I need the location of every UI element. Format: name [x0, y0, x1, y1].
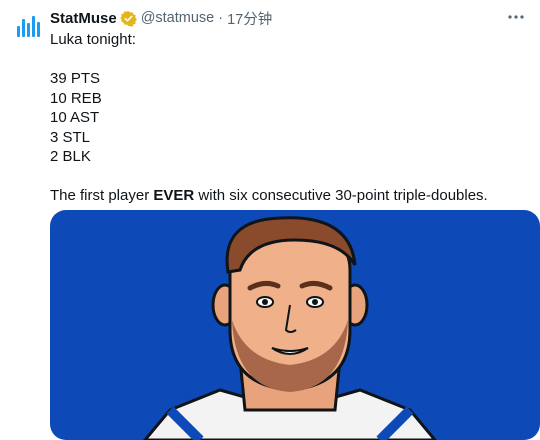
tweet-line: 2 BLK	[50, 148, 91, 165]
separator-dot: ·	[218, 10, 224, 26]
tweet-line	[50, 167, 530, 187]
author-name[interactable]: StatMuse	[50, 10, 117, 27]
player-illustration	[143, 216, 437, 440]
verified-badge-icon	[119, 10, 137, 27]
more-options-icon[interactable]	[506, 9, 526, 25]
tweet-final-line: The first player EVER with six consecuti…	[50, 186, 530, 206]
tweet[interactable]: StatMuse @statmuse · 17分钟 Luka tonight: …	[0, 0, 540, 440]
tweet-line: 3 STL	[50, 128, 91, 146]
tweet-header: StatMuse @statmuse · 17分钟	[50, 8, 530, 28]
statmuse-logo-icon[interactable]	[12, 10, 44, 42]
final-text-before: The first player	[50, 187, 154, 204]
tweet-timestamp[interactable]: 17分钟	[227, 8, 272, 29]
tweet-line: 39 PTS	[50, 70, 101, 87]
tweet-line: 10 AST	[50, 109, 100, 126]
tweet-media-image[interactable]	[50, 210, 540, 440]
author-handle[interactable]: @statmuse	[141, 10, 215, 26]
final-text-bold: EVER	[153, 187, 195, 204]
tweet-text: Luka tonight: 39 PTS 10 REB 10 AST 3 STL…	[50, 30, 530, 206]
tweet-line	[50, 50, 530, 70]
final-text-after: with six consecutive 30-point triple-dou…	[194, 187, 488, 204]
tweet-line: Luka tonight:	[50, 31, 136, 48]
tweet-line: 10 REB	[50, 89, 102, 107]
